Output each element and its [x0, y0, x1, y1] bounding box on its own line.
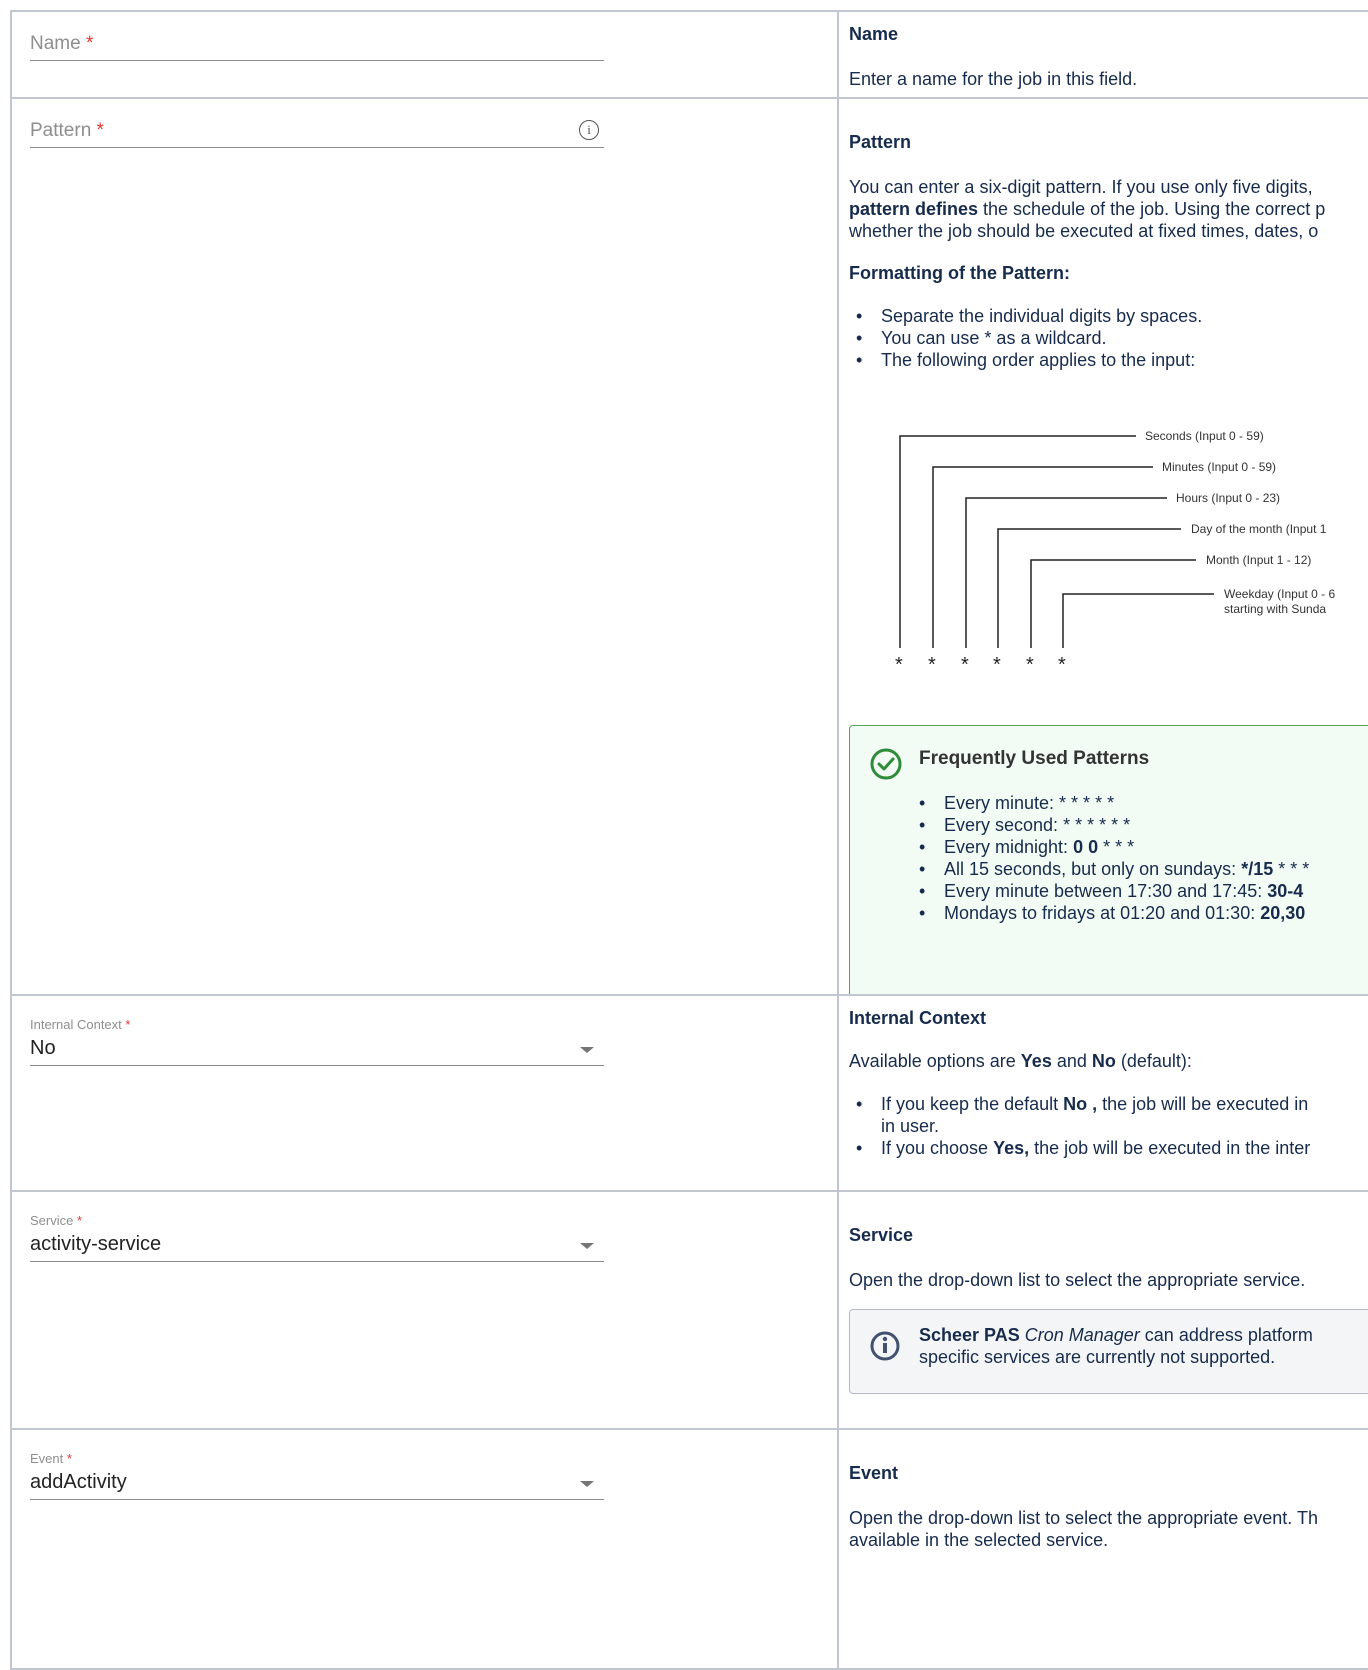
pattern-star: * [928, 654, 936, 676]
name-field-placeholder: Name * [30, 33, 94, 54]
table-row-pattern: Pattern * i Pattern You can enter a six-… [10, 97, 1368, 996]
month-line [1030, 559, 1196, 648]
pattern-field-underline [30, 147, 604, 148]
service-value: activity-service [30, 1233, 162, 1255]
list-item: Mondays to fridays at 01:20 and 01:30: 2… [902, 902, 1309, 924]
frequent-patterns-list: Every minute: * * * * * Every second: * … [902, 792, 1309, 924]
service-underline [30, 1261, 604, 1262]
service-field-cell: Service * activity-service [10, 1190, 839, 1430]
name-field-underline [30, 60, 604, 61]
name-field-cell: Name * [10, 10, 839, 99]
seconds-line [899, 435, 1136, 648]
event-description: Open the drop-down list to select the ap… [849, 1508, 1318, 1550]
name-description-cell: Name Enter a name for the job in this fi… [837, 10, 1368, 99]
internal-context-field-cell: Internal Context * No [10, 994, 839, 1192]
table-row-internal-context: Internal Context * No Internal Context A… [10, 994, 1368, 1192]
day-of-month-line [997, 528, 1181, 648]
service-heading: Service [849, 1225, 914, 1245]
name-heading: Name [849, 24, 899, 44]
internal-context-description-cell: Internal Context Available options are Y… [837, 994, 1368, 1192]
internal-context-options-text: Available options are Yes and No (defaul… [849, 1051, 1192, 1071]
frequent-patterns-title: Frequently Used Patterns [919, 748, 1150, 769]
pattern-star: * [1058, 654, 1066, 676]
event-select[interactable]: Event * addActivity [30, 1430, 604, 1510]
seconds-label: Seconds (Input 0 - 59) [1145, 429, 1264, 443]
event-field-cell: Event * addActivity [10, 1428, 839, 1670]
service-description-cell: Service Open the drop-down list to selec… [837, 1190, 1368, 1430]
pattern-star: * [1026, 654, 1034, 676]
table-row-service: Service * activity-service Service Open … [10, 1190, 1368, 1430]
event-value: addActivity [30, 1471, 127, 1493]
internal-context-list: If you keep the default No , the job wil… [840, 1093, 1310, 1159]
minutes-label: Minutes (Input 0 - 59) [1162, 460, 1276, 474]
list-item: Every second: * * * * * * [902, 814, 1309, 836]
list-item: Every midnight: 0 0 * * * [902, 836, 1309, 858]
weekday-label-line2: starting with Sunda [1224, 602, 1326, 616]
day-of-month-label: Day of the month (Input 1 [1191, 522, 1327, 536]
service-description: Open the drop-down list to select the ap… [849, 1270, 1306, 1290]
list-item: If you keep the default No , the job wil… [840, 1093, 1310, 1137]
chevron-down-icon[interactable] [580, 1047, 594, 1053]
event-underline [30, 1499, 604, 1500]
documentation-table: Name * Name Enter a name for the job in … [10, 10, 1368, 1670]
list-item: Every minute: * * * * * [902, 792, 1309, 814]
chevron-down-icon[interactable] [580, 1243, 594, 1249]
internal-context-value: No [30, 1037, 56, 1059]
hours-line [965, 497, 1167, 648]
internal-context-underline [30, 1065, 604, 1066]
info-icon [870, 1331, 900, 1361]
internal-context-heading: Internal Context [849, 1008, 987, 1028]
weekday-label: Weekday (Input 0 - 6 [1224, 587, 1335, 601]
month-label: Month (Input 1 - 12) [1206, 553, 1311, 567]
internal-context-select[interactable]: Internal Context * No [30, 996, 604, 1076]
list-item: If you choose Yes, the job will be execu… [840, 1137, 1310, 1159]
pattern-field-cell: Pattern * i [10, 97, 839, 996]
name-field[interactable]: Name * [30, 12, 604, 99]
pattern-field-placeholder: Pattern * [30, 120, 104, 141]
weekday-line [1062, 593, 1214, 648]
name-description: Enter a name for the job in this field. [849, 69, 1138, 89]
check-circle-icon [870, 748, 902, 780]
table-row-event: Event * addActivity Event Open the drop-… [10, 1428, 1368, 1670]
table-row-name: Name * Name Enter a name for the job in … [10, 10, 1368, 99]
list-item: Every minute between 17:30 and 17:45: 30… [902, 880, 1309, 902]
event-heading: Event [849, 1463, 899, 1483]
info-icon[interactable]: i [579, 120, 599, 140]
service-info-text: Scheer PAS Cron Manager can address plat… [919, 1325, 1313, 1367]
service-info-panel: Scheer PAS Cron Manager can address plat… [849, 1309, 1368, 1394]
internal-context-label: Internal Context * [30, 1017, 131, 1032]
chevron-down-icon[interactable] [580, 1481, 594, 1487]
event-label: Event * [30, 1451, 72, 1466]
hours-label: Hours (Input 0 - 23) [1176, 491, 1280, 505]
list-item: All 15 seconds, but only on sundays: */1… [902, 858, 1309, 880]
pattern-field[interactable]: Pattern * i [30, 99, 604, 159]
service-label: Service * [30, 1213, 83, 1228]
pattern-star: * [993, 654, 1001, 676]
pattern-description-cell: Pattern You can enter a six-digit patter… [837, 97, 1368, 996]
pattern-star: * [895, 654, 903, 676]
service-select[interactable]: Service * activity-service [30, 1192, 604, 1272]
frequent-patterns-panel: Frequently Used Patterns Every minute: *… [849, 725, 1368, 993]
pattern-star: * [961, 654, 969, 676]
event-description-cell: Event Open the drop-down list to select … [837, 1428, 1368, 1670]
